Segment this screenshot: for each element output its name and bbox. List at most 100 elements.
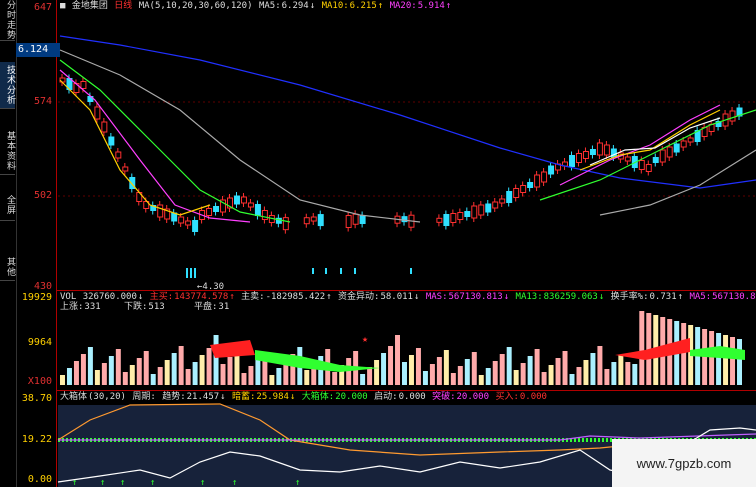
candle[interactable] (312, 268, 314, 274)
candle[interactable] (596, 142, 603, 156)
candle[interactable] (410, 268, 412, 274)
candle[interactable] (582, 151, 589, 159)
volume-bar[interactable] (122, 372, 128, 385)
volume-bar[interactable] (429, 364, 435, 385)
candle[interactable] (192, 220, 199, 232)
volume-bar[interactable] (346, 358, 352, 385)
volume-bar[interactable] (395, 335, 400, 385)
volume-bar[interactable] (136, 358, 142, 385)
volume-bar[interactable] (408, 355, 414, 385)
volume-bar[interactable] (220, 364, 226, 385)
candle[interactable] (178, 216, 185, 224)
volume-bar[interactable] (66, 368, 72, 385)
volume-bar[interactable] (192, 362, 198, 385)
volume-bar[interactable] (611, 362, 617, 385)
volume-bar[interactable] (639, 311, 645, 385)
volume-bar[interactable] (367, 367, 373, 385)
volume-bar[interactable] (541, 372, 547, 385)
candle[interactable] (729, 110, 736, 122)
volume-bar[interactable] (597, 346, 603, 385)
candle[interactable] (186, 268, 188, 278)
volume-bar[interactable] (450, 373, 456, 385)
close-icon[interactable]: ■ (60, 1, 65, 11)
candle[interactable] (122, 166, 129, 172)
candle[interactable] (541, 171, 548, 183)
candle[interactable] (506, 191, 513, 203)
candle[interactable] (652, 157, 659, 163)
candle[interactable] (157, 204, 164, 218)
volume-bar[interactable] (506, 347, 512, 385)
candle[interactable] (687, 137, 694, 143)
volume-bar[interactable] (227, 357, 233, 385)
volume-bar[interactable] (555, 358, 561, 385)
candle[interactable] (282, 217, 289, 231)
volume-bar[interactable] (360, 374, 366, 385)
candle[interactable] (108, 136, 115, 146)
volume-bar[interactable] (548, 365, 554, 385)
candle[interactable] (101, 121, 108, 133)
volume-bar[interactable] (248, 366, 254, 385)
volume-bar[interactable] (625, 362, 631, 385)
volume-bar[interactable] (199, 355, 205, 385)
volume-bar[interactable] (478, 375, 484, 385)
kline-chart-canvas[interactable]: ★ ↑ ↑ ↑ ↑ ↑ ↑ ↑ (0, 0, 756, 487)
volume-bar[interactable] (108, 356, 114, 385)
volume-bar[interactable] (87, 347, 93, 385)
candle[interactable] (247, 202, 254, 208)
volume-bar[interactable] (618, 355, 624, 385)
candle[interactable] (190, 268, 192, 278)
candle[interactable] (464, 211, 471, 217)
candle[interactable] (527, 182, 534, 188)
volume-bar[interactable] (604, 369, 610, 385)
candle[interactable] (443, 214, 450, 226)
candle[interactable] (317, 214, 324, 227)
volume-bar[interactable] (681, 323, 687, 385)
volume-bar[interactable] (80, 354, 86, 385)
candle[interactable] (185, 220, 192, 226)
candle[interactable] (659, 149, 666, 163)
volume-bar[interactable] (73, 361, 79, 385)
volume-bar[interactable] (269, 375, 275, 385)
candle[interactable] (206, 208, 213, 216)
volume-bar[interactable] (415, 348, 421, 385)
candle[interactable] (513, 188, 520, 198)
volume-bar[interactable] (422, 371, 428, 385)
candle[interactable] (589, 149, 596, 155)
volume-bar[interactable] (185, 369, 191, 385)
candle[interactable] (345, 215, 352, 229)
candle[interactable] (325, 268, 327, 274)
candle[interactable] (548, 165, 555, 175)
volume-bar[interactable] (527, 356, 533, 385)
volume-bar[interactable] (206, 348, 212, 385)
candle[interactable] (638, 160, 645, 170)
volume-bar[interactable] (576, 367, 582, 385)
volume-bar[interactable] (464, 359, 470, 385)
volume-bar[interactable] (583, 360, 589, 385)
volume-bar[interactable] (60, 375, 65, 385)
candle[interactable] (666, 146, 673, 158)
volume-bar[interactable] (388, 346, 394, 385)
candle[interactable] (569, 155, 575, 167)
volume-bar[interactable] (436, 357, 442, 385)
volume-bar[interactable] (178, 346, 184, 385)
candle[interactable] (645, 164, 652, 172)
volume-bar[interactable] (157, 367, 163, 385)
volume-bar[interactable] (276, 368, 282, 385)
candle[interactable] (340, 268, 342, 274)
volume-bar[interactable] (730, 337, 736, 385)
candle[interactable] (240, 196, 247, 204)
candle[interactable] (520, 185, 527, 193)
volume-bar[interactable] (492, 361, 498, 385)
volume-bar[interactable] (381, 353, 387, 385)
volume-bar[interactable] (164, 360, 170, 385)
volume-bar[interactable] (562, 351, 568, 385)
candle[interactable] (359, 215, 366, 225)
volume-bar[interactable] (241, 373, 247, 385)
candle[interactable] (254, 204, 261, 216)
candle[interactable] (457, 212, 464, 220)
candle[interactable] (213, 206, 220, 212)
candle[interactable] (471, 205, 478, 219)
volume-bar[interactable] (709, 331, 715, 385)
volume-bar[interactable] (716, 333, 722, 385)
volume-bar[interactable] (213, 335, 219, 385)
